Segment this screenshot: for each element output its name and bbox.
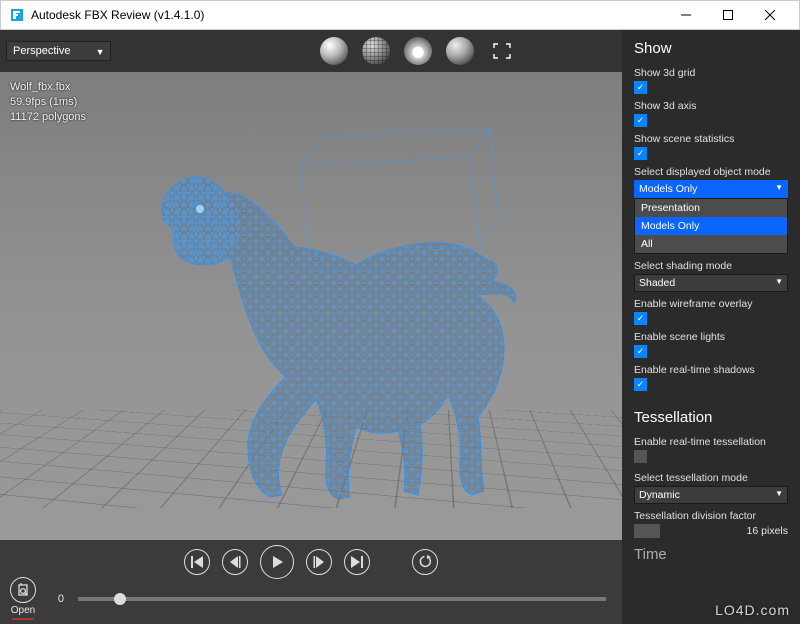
select-object-mode[interactable]: Models Only ▼	[634, 180, 788, 198]
label-tess-div: Tessellation division factor	[634, 510, 788, 522]
label-shadows: Enable real-time shadows	[634, 364, 788, 376]
tess-div-slider[interactable]	[634, 524, 660, 538]
opt-wireframe: Enable wireframe overlay ✓	[634, 298, 788, 325]
label-show-3d-grid: Show 3d grid	[634, 67, 788, 79]
opt-show-3d-grid: Show 3d grid ✓	[634, 67, 788, 94]
shading-smooth-button[interactable]	[320, 37, 348, 65]
window-controls	[665, 1, 791, 29]
checkbox-show-3d-axis[interactable]: ✓	[634, 114, 647, 127]
select-tess-mode-value: Dynamic	[639, 489, 680, 501]
side-panel: Show Show 3d grid ✓ Show 3d axis ✓ Show …	[622, 30, 800, 624]
maximize-button[interactable]	[707, 1, 749, 29]
first-frame-button[interactable]	[184, 549, 210, 575]
object-mode-option-models-only[interactable]: Models Only	[635, 217, 787, 235]
label-show-3d-axis: Show 3d axis	[634, 100, 788, 112]
label-scene-lights: Enable scene lights	[634, 331, 788, 343]
label-show-stats: Show scene statistics	[634, 133, 788, 145]
view-selector-value: Perspective	[13, 45, 70, 57]
open-label: Open	[11, 605, 35, 616]
app-icon	[9, 7, 25, 23]
opt-tess-enable: Enable real-time tessellation	[634, 436, 788, 466]
opt-show-stats: Show scene statistics ✓	[634, 133, 788, 160]
minimize-button[interactable]	[665, 1, 707, 29]
playback-lower: Open 0	[10, 580, 612, 618]
label-tess-enable: Enable real-time tessellation	[634, 436, 788, 448]
opt-show-3d-axis: Show 3d axis ✓	[634, 100, 788, 127]
timeline-slider[interactable]	[78, 597, 606, 601]
viewport[interactable]: Wolf_fbx.fbx 59.9fps (1ms) 11172 polygon…	[0, 72, 622, 540]
select-tess-mode[interactable]: Dynamic ▼	[634, 486, 788, 504]
shading-alt-button[interactable]	[446, 37, 474, 65]
checkbox-shadows[interactable]: ✓	[634, 378, 647, 391]
checkbox-wireframe[interactable]: ✓	[634, 312, 647, 325]
shading-light-button[interactable]	[404, 37, 432, 65]
opt-object-mode: Select displayed object mode Models Only…	[634, 166, 788, 254]
object-mode-option-presentation[interactable]: Presentation	[635, 199, 787, 217]
label-shading-mode: Select shading mode	[634, 260, 788, 272]
label-object-mode: Select displayed object mode	[634, 166, 788, 178]
chevron-down-icon: ▼	[775, 183, 783, 192]
shading-mode-buttons	[320, 37, 516, 65]
chevron-down-icon: ▼	[775, 277, 783, 286]
top-toolbar: Perspective ▼	[0, 30, 622, 72]
next-frame-button[interactable]	[306, 549, 332, 575]
stat-fps: 59.9fps (1ms)	[10, 95, 86, 110]
last-frame-button[interactable]	[344, 549, 370, 575]
main-area: Perspective ▼	[0, 30, 622, 624]
playback-bar: Open 0	[0, 540, 622, 624]
watermark: LO4D.com	[715, 602, 790, 618]
stat-polygons: 11172 polygons	[10, 110, 86, 125]
chevron-down-icon: ▼	[775, 489, 783, 498]
open-underline	[10, 618, 36, 621]
checkbox-scene-lights[interactable]: ✓	[634, 345, 647, 358]
opt-tess-mode: Select tessellation mode Dynamic ▼	[634, 472, 788, 504]
label-wireframe: Enable wireframe overlay	[634, 298, 788, 310]
select-object-mode-value: Models Only	[639, 183, 697, 195]
open-button[interactable]: Open	[10, 577, 36, 621]
tess-div-value: 16 pixels	[747, 525, 788, 537]
object-mode-dropdown: Presentation Models Only All	[634, 198, 788, 254]
fullscreen-button[interactable]	[488, 39, 516, 63]
playback-buttons	[10, 544, 612, 580]
titlebar: Autodesk FBX Review (v1.4.1.0)	[0, 0, 800, 30]
window-title: Autodesk FBX Review (v1.4.1.0)	[31, 8, 665, 22]
scene-stats: Wolf_fbx.fbx 59.9fps (1ms) 11172 polygon…	[10, 80, 86, 125]
show-header: Show	[634, 40, 788, 57]
loop-button[interactable]	[412, 549, 438, 575]
time-header: Time	[634, 546, 788, 563]
select-shading-mode-value: Shaded	[639, 277, 675, 289]
checkbox-show-stats[interactable]: ✓	[634, 147, 647, 160]
object-mode-option-all[interactable]: All	[635, 235, 787, 253]
label-tess-mode: Select tessellation mode	[634, 472, 788, 484]
select-shading-mode[interactable]: Shaded ▼	[634, 274, 788, 292]
stat-filename: Wolf_fbx.fbx	[10, 80, 86, 95]
open-file-icon	[10, 577, 36, 603]
opt-shading-mode: Select shading mode Shaded ▼	[634, 260, 788, 292]
chevron-down-icon: ▼	[96, 47, 105, 57]
prev-frame-button[interactable]	[222, 549, 248, 575]
app-body: Perspective ▼	[0, 30, 800, 624]
opt-scene-lights: Enable scene lights ✓	[634, 331, 788, 358]
shading-wireframe-button[interactable]	[362, 37, 390, 65]
play-button[interactable]	[260, 545, 294, 579]
close-button[interactable]	[749, 1, 791, 29]
timeline-thumb[interactable]	[114, 593, 126, 605]
opt-tess-div: Tessellation division factor 16 pixels	[634, 510, 788, 538]
wolf-model	[100, 97, 520, 507]
frame-number: 0	[50, 593, 64, 605]
checkbox-tess-enable[interactable]	[634, 450, 647, 463]
tessellation-header: Tessellation	[634, 409, 788, 426]
checkbox-show-3d-grid[interactable]: ✓	[634, 81, 647, 94]
opt-shadows: Enable real-time shadows ✓	[634, 364, 788, 391]
view-selector[interactable]: Perspective ▼	[6, 41, 111, 61]
